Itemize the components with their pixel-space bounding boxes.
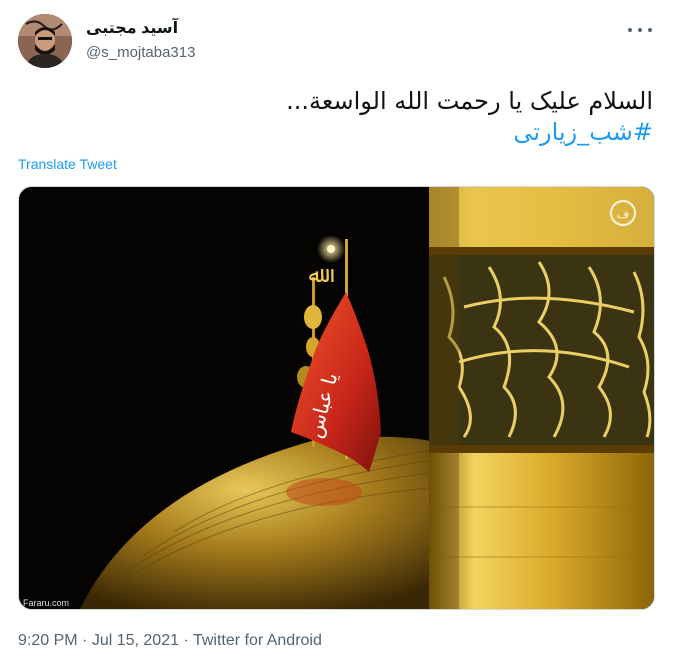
avatar-image <box>18 14 72 68</box>
tweet-card: آسید مجتبی @s_mojtaba313 السلام علیک یا … <box>0 0 677 669</box>
photo-watermark: Fararu.com <box>23 598 69 608</box>
more-dot <box>628 28 632 32</box>
more-options-icon[interactable] <box>628 20 652 40</box>
tweet-text: السلام علیک یا رحمت الله الواسعة... <box>286 87 653 115</box>
hashtag-link[interactable]: #شب_زیارتی <box>53 117 653 148</box>
shrine-dome-photo: ﷲ یا عباس ف Fararu.com <box>19 187 654 609</box>
tweet-date: Jul 15, 2021 <box>91 632 179 649</box>
tweet-photo[interactable]: ﷲ یا عباس ف Fararu.com <box>18 186 655 610</box>
meta-separator: · <box>179 632 193 649</box>
translate-tweet-link[interactable]: Translate Tweet <box>18 156 117 172</box>
tweet-body: السلام علیک یا رحمت الله الواسعة... #شب_… <box>53 86 653 148</box>
tweet-meta: 9:20 PM · Jul 15, 2021 · Twitter for And… <box>18 632 322 650</box>
meta-separator: · <box>77 632 92 649</box>
tweet-source-link[interactable]: Twitter for Android <box>193 632 322 649</box>
svg-text:ف: ف <box>617 207 629 221</box>
avatar[interactable] <box>18 14 72 68</box>
more-dot <box>638 28 642 32</box>
user-handle[interactable]: @s_mojtaba313 <box>86 44 195 61</box>
display-name[interactable]: آسید مجتبی <box>86 18 178 38</box>
tweet-time-link[interactable]: 9:20 PM · Jul 15, 2021 <box>18 632 179 649</box>
tweet-time: 9:20 PM <box>18 632 78 649</box>
more-dot <box>648 28 652 32</box>
